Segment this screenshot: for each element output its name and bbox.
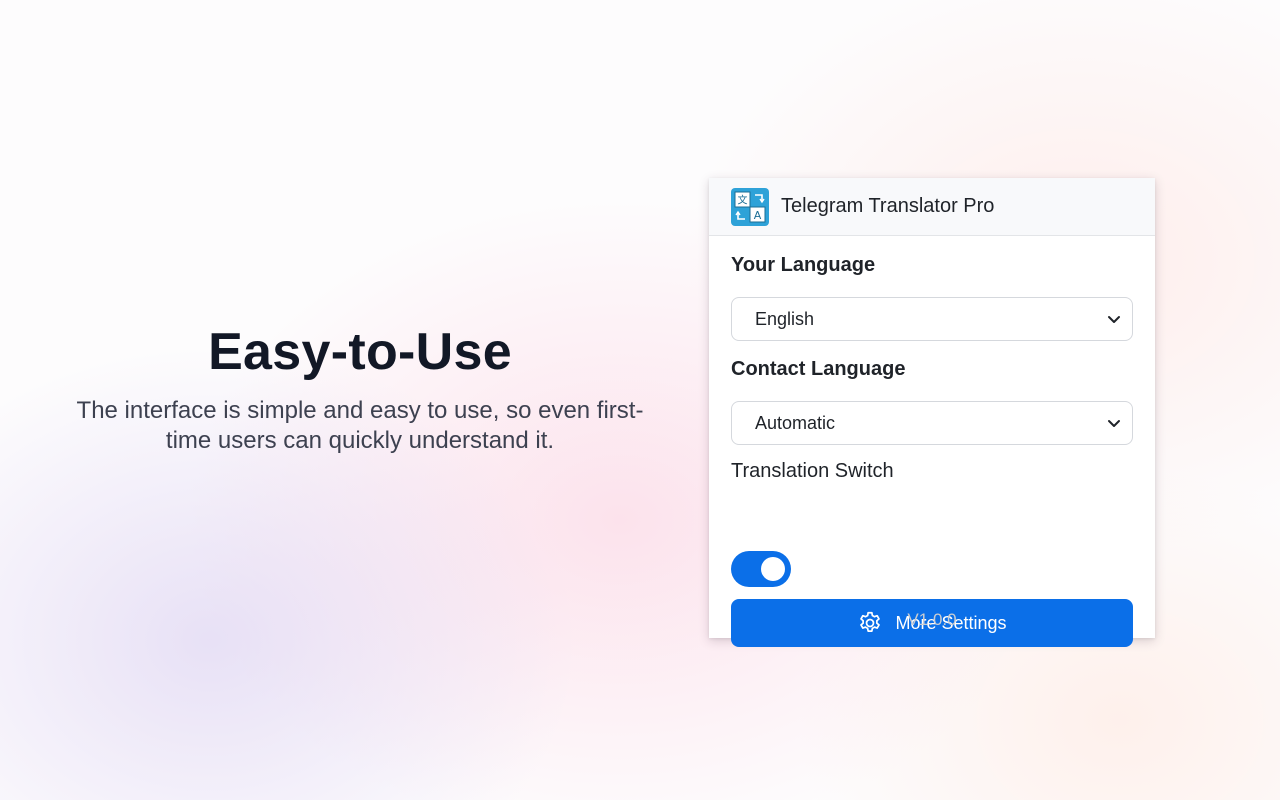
hero-section: Easy-to-Use The interface is simple and … <box>40 318 680 456</box>
your-language-value: English <box>755 308 815 329</box>
translation-switch-label: Translation Switch <box>731 460 894 482</box>
hero-title: Easy-to-Use <box>208 323 512 381</box>
chevron-down-icon <box>1108 316 1120 323</box>
extension-popup: 文 A Telegram Translator Pro Your Languag… <box>709 178 1155 647</box>
app-title: Telegram Translator Pro <box>781 195 995 217</box>
your-language-label: Your Language <box>731 254 876 276</box>
chevron-down-icon <box>1108 420 1120 427</box>
version-label: V1.0.0 <box>907 610 957 629</box>
toggle-knob <box>761 557 785 581</box>
popup-header: 文 A Telegram Translator Pro <box>709 178 1155 236</box>
contact-language-select[interactable]: Automatic <box>731 401 1133 445</box>
hero-description: The interface is simple and easy to use,… <box>76 397 644 454</box>
svg-text:文: 文 <box>738 193 748 206</box>
translation-switch-toggle[interactable] <box>731 551 791 587</box>
contact-language-value: Automatic <box>755 412 836 433</box>
svg-text:A: A <box>754 209 762 222</box>
contact-language-label: Contact Language <box>731 358 906 380</box>
your-language-select[interactable]: English <box>731 297 1133 341</box>
translate-icon: 文 A <box>731 187 769 226</box>
